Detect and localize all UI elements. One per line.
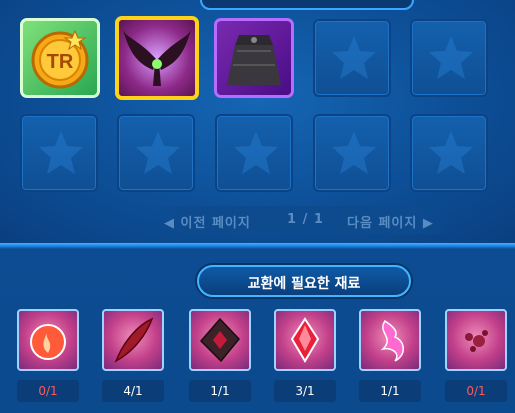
material-slot-crimson-dust[interactable] bbox=[445, 309, 507, 371]
inventory-slot-empty[interactable] bbox=[410, 19, 488, 97]
star-icon bbox=[429, 131, 473, 174]
material-count: 3/1 bbox=[274, 380, 336, 402]
inventory-slot-empty[interactable] bbox=[313, 114, 391, 192]
material-slot-red-crystal[interactable] bbox=[274, 309, 336, 371]
red-crystal-icon bbox=[290, 317, 320, 363]
star-icon bbox=[39, 131, 83, 174]
materials-title: 교환에 필요한 재료 bbox=[247, 276, 361, 292]
inventory-slot-empty[interactable] bbox=[20, 114, 98, 192]
material-count: 0/1 bbox=[445, 380, 507, 402]
dark-wings-icon bbox=[123, 30, 191, 86]
svg-text:TR: TR bbox=[47, 51, 74, 73]
star-icon bbox=[332, 131, 376, 174]
inventory-slot-empty[interactable] bbox=[313, 19, 391, 97]
star-icon bbox=[234, 131, 278, 174]
inventory-slot-empty[interactable] bbox=[410, 114, 488, 192]
prev-page-button[interactable]: ◀ 이전 페이지 bbox=[164, 212, 251, 231]
pink-flame-essence-icon bbox=[380, 319, 404, 362]
top-tab-frame bbox=[200, 0, 414, 10]
feather-quill-icon bbox=[114, 317, 154, 363]
inventory-slot-tr-coin[interactable]: TR bbox=[20, 18, 100, 98]
inventory-slot-dark-skirt[interactable] bbox=[214, 18, 294, 98]
material-count: 4/1 bbox=[102, 380, 164, 402]
star-icon bbox=[136, 131, 180, 174]
crimson-dust-icon bbox=[465, 330, 488, 352]
pager: ◀ 이전 페이지 1 / 1 다음 페이지 ▶ bbox=[152, 206, 452, 234]
inventory-slot-empty[interactable] bbox=[117, 114, 195, 192]
materials-title-pill: 교환에 필요한 재료 bbox=[197, 265, 411, 297]
tr-coin-icon: TR bbox=[31, 29, 89, 89]
material-slot-flame-stone[interactable] bbox=[17, 309, 79, 371]
flame-stone-icon bbox=[30, 324, 66, 360]
inventory-slot-empty[interactable] bbox=[215, 114, 293, 192]
material-slot-pink-flame-essence[interactable] bbox=[359, 309, 421, 371]
star-icon bbox=[332, 36, 376, 79]
material-slot-feather-quill[interactable] bbox=[102, 309, 164, 371]
material-slot-dark-gem-shard[interactable] bbox=[189, 309, 251, 371]
material-count: 1/1 bbox=[359, 380, 421, 402]
dark-skirt-icon bbox=[227, 35, 281, 85]
dark-gem-shard-icon bbox=[199, 317, 240, 363]
star-icon bbox=[429, 36, 473, 79]
page-indicator: 1 / 1 bbox=[287, 212, 324, 227]
next-page-button[interactable]: 다음 페이지 ▶ bbox=[347, 212, 434, 231]
material-count: 0/1 bbox=[17, 380, 79, 402]
material-count: 1/1 bbox=[189, 380, 251, 402]
inventory-slot-dark-wings[interactable] bbox=[115, 16, 199, 100]
